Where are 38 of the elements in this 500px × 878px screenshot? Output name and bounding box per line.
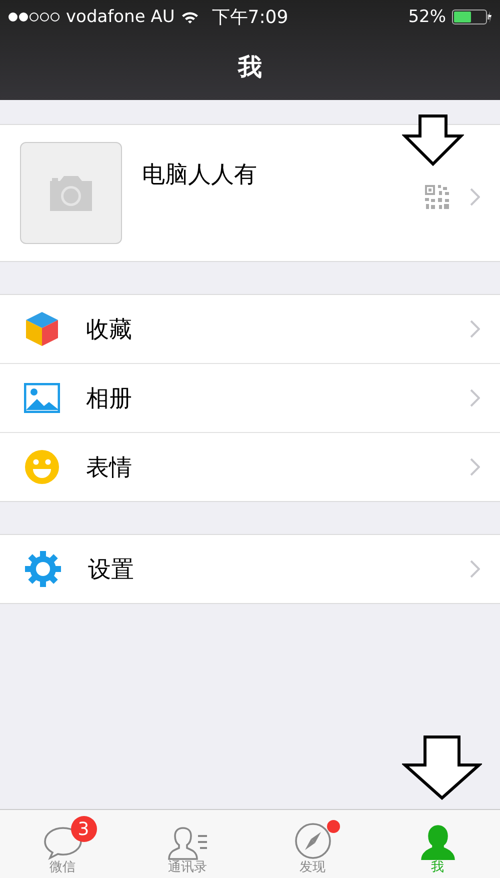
chevron-icon <box>470 188 480 206</box>
settings-icon <box>24 550 62 588</box>
battery-percent: 52% <box>408 7 446 27</box>
tab-item[interactable]: 3 微信 <box>0 810 125 878</box>
down-arrow-icon <box>402 114 464 166</box>
menu-row[interactable]: 相册 <box>0 364 500 433</box>
profile-name: 电脑人人有 <box>142 161 258 190</box>
cube-icon <box>24 311 60 347</box>
menu-row[interactable]: 设置 <box>0 535 500 603</box>
contacts-icon <box>166 826 210 860</box>
wifi-icon <box>180 10 199 24</box>
carrier: vodafone AU <box>66 7 175 27</box>
chevron-icon <box>470 560 480 578</box>
tab-label: 发现 <box>300 860 326 876</box>
chevron-icon <box>470 320 480 338</box>
chevron-icon <box>470 389 480 407</box>
unread-badge: 3 <box>70 816 96 842</box>
tab-label: 通讯录 <box>168 860 207 876</box>
down-arrow-icon <box>402 735 482 801</box>
smiley-icon <box>24 449 60 485</box>
status-time: 下午7:09 <box>212 6 288 29</box>
qr-code-icon[interactable] <box>424 184 450 210</box>
menu-label: 设置 <box>88 556 135 584</box>
menu-label: 收藏 <box>86 316 133 344</box>
menu-row[interactable]: 表情 <box>0 433 500 501</box>
tab-label: 微信 <box>50 860 76 876</box>
tab-label: 我 <box>431 860 444 876</box>
profile-card[interactable]: 电脑人人有 <box>0 124 500 262</box>
image-icon <box>24 383 60 413</box>
menu-label: 相册 <box>86 384 133 414</box>
menu-label: 表情 <box>86 454 133 482</box>
avatar-placeholder[interactable] <box>20 142 122 244</box>
compass-icon <box>294 822 332 860</box>
signal-icon <box>8 12 60 22</box>
nav-title: 我 <box>238 52 262 83</box>
menu-row[interactable]: 收藏 <box>0 295 500 364</box>
chevron-icon <box>470 458 480 476</box>
battery-icon <box>452 9 492 25</box>
